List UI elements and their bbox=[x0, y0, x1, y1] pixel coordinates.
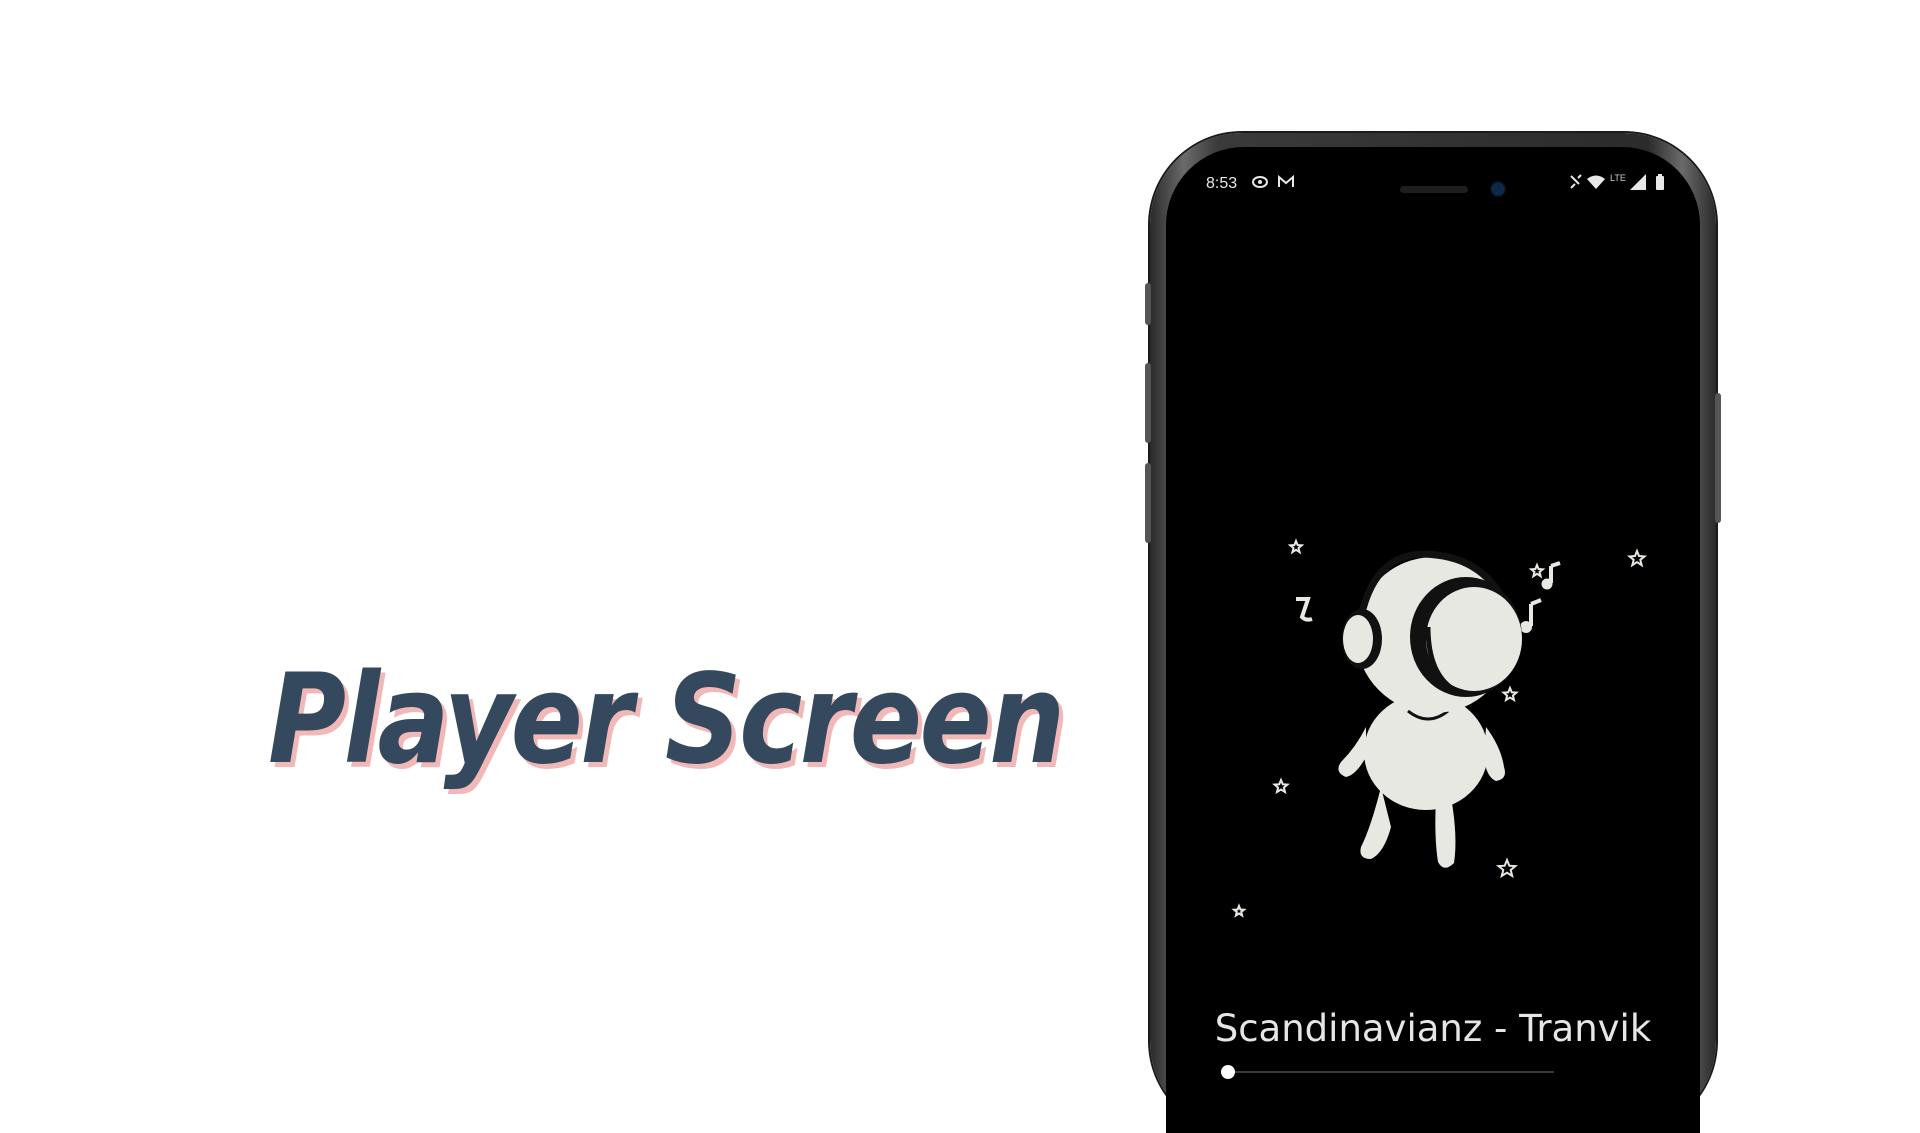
track-title: Scandinavianz - Tranvik bbox=[1214, 1007, 1652, 1050]
phone-mute-switch bbox=[1145, 283, 1151, 325]
star-icon bbox=[1496, 857, 1518, 879]
phone-power-button bbox=[1715, 393, 1721, 523]
star-icon bbox=[1231, 903, 1247, 918]
star-icon bbox=[1272, 777, 1290, 795]
music-note-icon bbox=[1520, 598, 1542, 633]
astronaut-figure bbox=[1338, 550, 1522, 868]
star-icon bbox=[1626, 548, 1648, 568]
page-headline: Player Screen bbox=[268, 648, 1065, 792]
seek-bar[interactable] bbox=[1221, 1065, 1554, 1079]
astronaut-artwork bbox=[1231, 538, 1648, 918]
phone-volume-up bbox=[1145, 363, 1151, 443]
star-icon bbox=[1501, 685, 1519, 703]
phone-mockup: 8:53 LTE Scandinavianz - Tranvik bbox=[1145, 133, 1721, 1133]
music-note-icon bbox=[1296, 597, 1313, 622]
star-icon bbox=[1528, 562, 1546, 579]
phone-volume-down bbox=[1145, 463, 1151, 543]
music-note-icon bbox=[1541, 561, 1561, 590]
seek-bar-thumb[interactable] bbox=[1221, 1065, 1235, 1079]
phone-screen: 8:53 LTE Scandinavianz - Tranvik bbox=[1166, 147, 1700, 1133]
star-icon bbox=[1287, 538, 1305, 555]
